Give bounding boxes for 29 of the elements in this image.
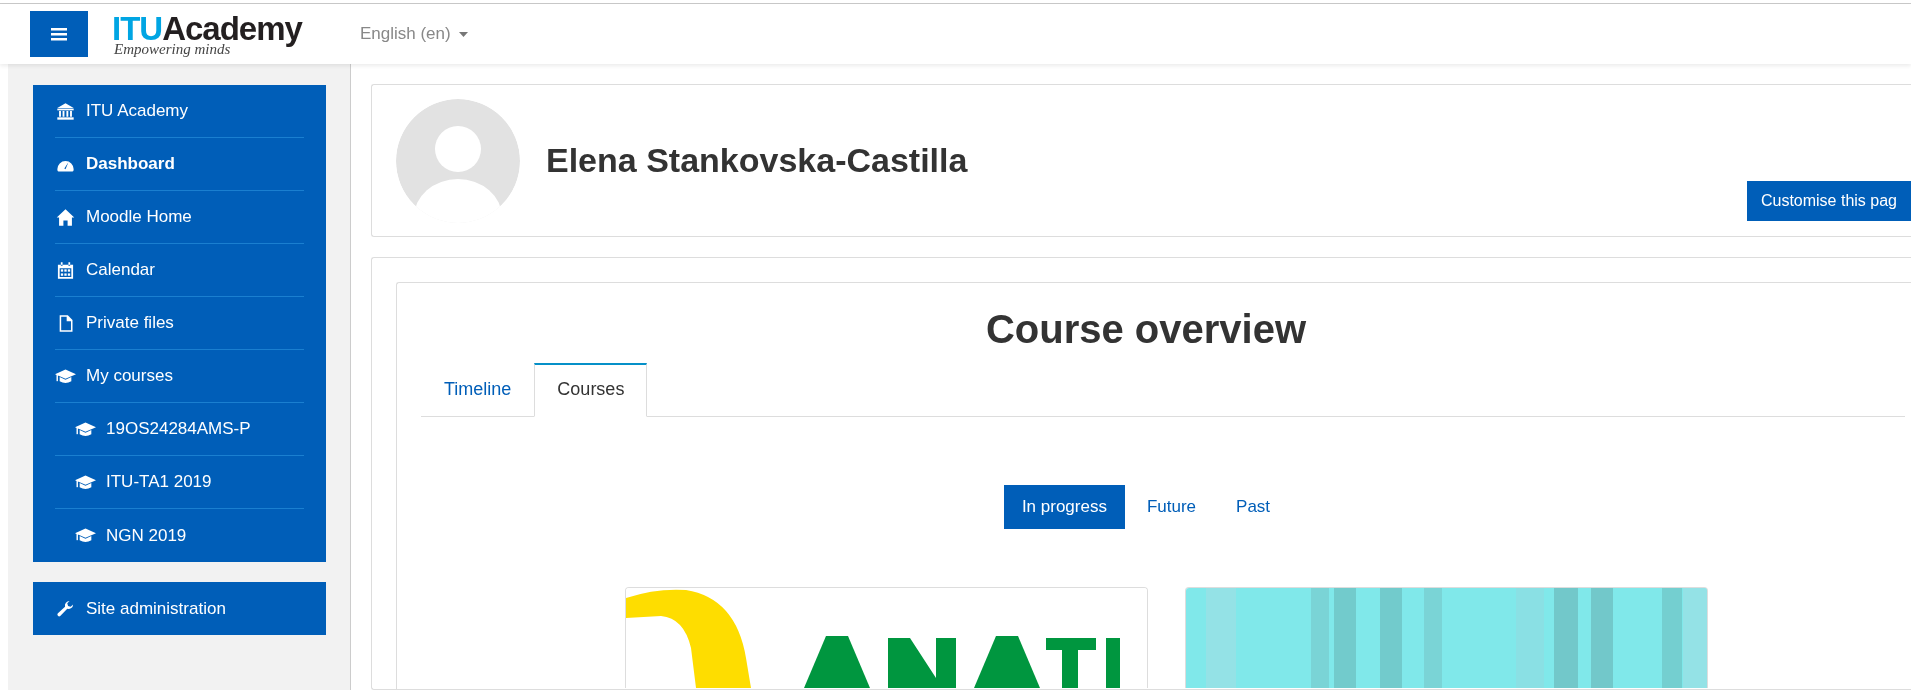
site-logo[interactable]: ITUAcademy Empowering minds [112,11,302,57]
tab[interactable]: Timeline [421,364,535,417]
customise-button[interactable]: Customise this pag [1746,181,1911,221]
nav-item[interactable]: My courses [55,350,304,403]
user-name: Elena Stankovska-Castilla [546,141,968,180]
nav-item[interactable]: 19OS24284AMS-P [55,403,304,456]
nav-item[interactable]: Private files [55,297,304,350]
menu-button[interactable] [30,11,88,57]
nav-item[interactable]: Calendar [55,244,304,297]
wrench-icon [55,599,76,618]
nav-item[interactable]: ITU-TA1 2019 [55,456,304,509]
filter-button[interactable]: Future [1128,485,1215,529]
house-icon [55,207,76,227]
nav-item[interactable]: Dashboard [55,138,304,191]
nav-item[interactable]: NGN 2019 [55,509,304,562]
nav-item[interactable]: Site administration [55,582,304,635]
nav-item[interactable]: Moodle Home [55,191,304,244]
filter-button[interactable]: In progress [1003,485,1125,529]
language-menu[interactable]: English (en) [359,24,468,44]
nav-item[interactable]: ITU Academy [55,85,304,138]
caret-icon [458,31,468,37]
tab[interactable]: Courses [534,363,648,417]
filter-button[interactable]: Past [1218,485,1289,529]
calendar-icon [55,260,76,280]
graduation-cap-icon [75,526,96,545]
menu-icon [51,27,67,41]
avatar-icon [396,98,520,223]
block-title: Course overview [984,307,1308,352]
building-icon [55,101,76,121]
